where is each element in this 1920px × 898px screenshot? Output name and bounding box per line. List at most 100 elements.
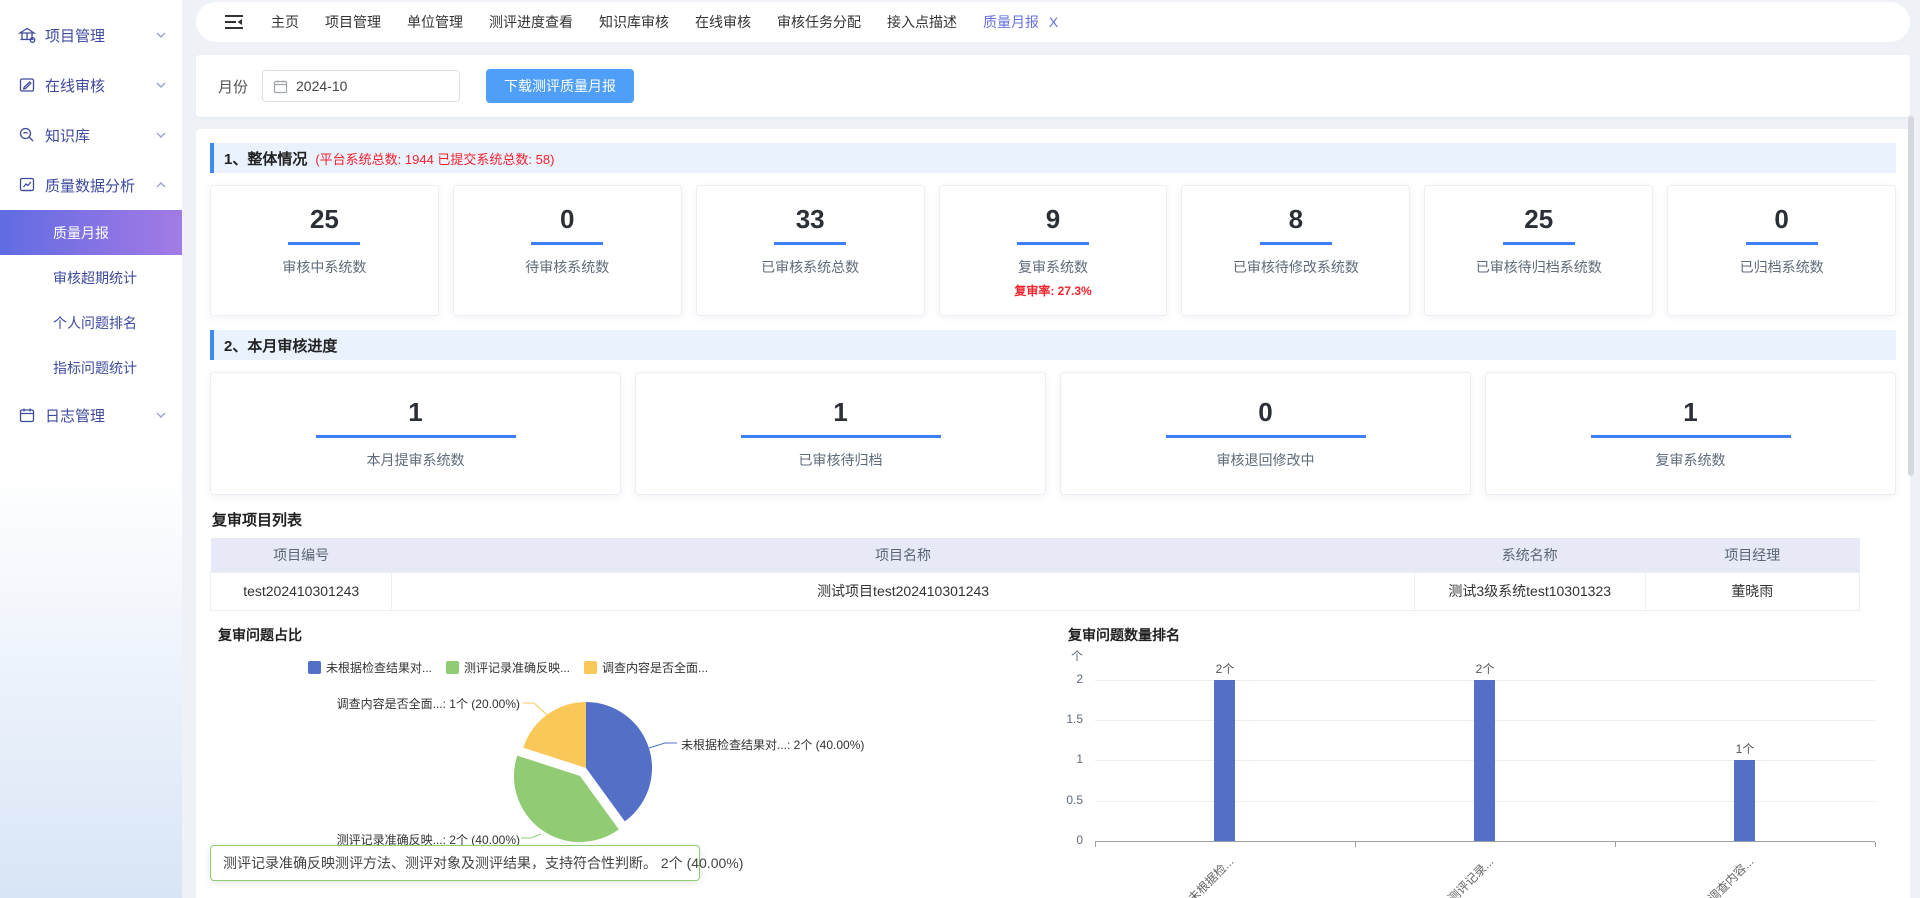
x-axis-tick — [1875, 842, 1876, 847]
section2-title: 2、本月审核进度 — [224, 335, 337, 356]
stat-underline — [1503, 242, 1575, 245]
bar-issue-2[interactable] — [1474, 680, 1495, 841]
month-cards-row: 1 本月提审系统数 1 已审核待归档 0 审核退回修改中 1 复审系统数 — [210, 372, 1896, 495]
stat-label: 已审核待修改系统数 — [1182, 257, 1409, 277]
filter-bar: 月份 2024-10 下载测评质量月报 — [196, 55, 1910, 117]
nav-tab-task-assign[interactable]: 审核任务分配 — [764, 2, 874, 42]
pie-slice-yellow[interactable] — [523, 702, 586, 768]
stat-card-month-to-archive: 1 已审核待归档 — [635, 372, 1046, 495]
x-axis-label: 测评记录... — [1379, 853, 1497, 898]
sidebar-subitem-label: 审核超期统计 — [53, 268, 137, 288]
close-tab-icon[interactable]: X — [1049, 14, 1058, 30]
section2-header: 2、本月审核进度 — [210, 330, 1896, 360]
stat-card-reviewed-total: 33 已审核系统总数 — [696, 185, 925, 316]
nav-tab-label: 质量月报 — [983, 14, 1039, 30]
nav-tab-kb-review[interactable]: 知识库审核 — [586, 2, 682, 42]
cell-project-manager: 董晓雨 — [1645, 572, 1859, 610]
stat-value: 1 — [1486, 399, 1895, 425]
stat-underline — [288, 242, 360, 245]
col-project-manager: 项目经理 — [1645, 538, 1859, 572]
stat-card-pending: 0 待审核系统数 — [453, 185, 682, 316]
nav-tab-home[interactable]: 主页 — [258, 2, 312, 42]
stat-underline — [774, 242, 846, 245]
sidebar-item-project-mgmt[interactable]: 项目管理 — [0, 10, 182, 60]
cell-project-name: 测试项目test202410301243 — [392, 572, 1414, 610]
y-tick: 0.5 — [1038, 793, 1083, 807]
table-header-row: 项目编号 项目名称 系统名称 项目经理 — [211, 538, 1860, 572]
stat-label: 复审系统数 — [940, 257, 1167, 277]
vertical-scrollbar[interactable] — [1908, 116, 1914, 476]
sidebar-subitem-indicator-issue-stats[interactable]: 指标问题统计 — [0, 345, 182, 390]
bar-chart-title: 复审问题数量排名 — [1068, 625, 1180, 645]
pie-leader-line — [521, 834, 541, 838]
report-content: 1、整体情况 (平台系统总数: 1944 已提交系统总数: 58) 25 审核中… — [196, 129, 1910, 898]
stat-label: 本月提审系统数 — [211, 450, 620, 470]
sidebar-item-label: 质量数据分析 — [45, 175, 135, 196]
bar-issue-1[interactable] — [1214, 680, 1235, 841]
stat-card-archived: 0 已归档系统数 — [1667, 185, 1896, 316]
nav-tab-access-point[interactable]: 接入点描述 — [874, 2, 970, 42]
sidebar-item-log-mgmt[interactable]: 日志管理 — [0, 390, 182, 440]
chevron-down-icon — [156, 412, 166, 419]
stat-underline — [1260, 242, 1332, 245]
sidebar-item-knowledge-base[interactable]: 知识库 — [0, 110, 182, 160]
chevron-up-icon — [156, 182, 166, 189]
month-value: 2024-10 — [296, 78, 347, 94]
collapse-menu-icon[interactable] — [224, 14, 244, 30]
sidebar-item-quality-analysis[interactable]: 质量数据分析 — [0, 160, 182, 210]
nav-tab-project-mgmt[interactable]: 项目管理 — [312, 2, 394, 42]
x-axis-tick — [1095, 842, 1096, 847]
stat-label: 已审核待归档系统数 — [1425, 257, 1652, 277]
sidebar-subitem-quality-monthly-report[interactable]: 质量月报 — [0, 210, 182, 255]
search-q-icon — [18, 126, 36, 144]
bar-value-label: 2个 — [1455, 660, 1515, 677]
stat-card-re-review: 9 复审系统数 复审率: 27.3% — [939, 185, 1168, 316]
x-axis-label: 调查内容... — [1639, 853, 1757, 898]
month-picker-input[interactable]: 2024-10 — [262, 70, 460, 102]
stat-label: 审核退回修改中 — [1061, 450, 1470, 470]
stat-value: 0 — [1668, 206, 1895, 232]
table-row[interactable]: test202410301243 测试项目test202410301243 测试… — [211, 572, 1860, 610]
review-project-table: 项目编号 项目名称 系统名称 项目经理 test202410301243 测试项… — [210, 538, 1860, 611]
stat-card-month-submitted: 1 本月提审系统数 — [210, 372, 621, 495]
x-axis-tick — [1355, 842, 1356, 847]
chevron-down-icon — [156, 32, 166, 39]
nav-tab-unit-mgmt[interactable]: 单位管理 — [394, 2, 476, 42]
stat-card-month-re-review: 1 复审系统数 — [1485, 372, 1896, 495]
sidebar-subitem-overdue-stats[interactable]: 审核超期统计 — [0, 255, 182, 300]
sidebar-subitem-label: 指标问题统计 — [53, 358, 137, 378]
download-report-button[interactable]: 下载测评质量月报 — [486, 69, 634, 103]
chart-doc-icon — [18, 176, 36, 194]
calendar-icon — [273, 79, 288, 94]
review-table-title: 复审项目列表 — [212, 509, 1896, 530]
nav-tab-quality-monthly-active[interactable]: 质量月报 X — [970, 2, 1071, 42]
sidebar: 项目管理 在线审核 知识库 质量数据分析 质量月报 审核超期统 — [0, 0, 182, 898]
stat-value: 33 — [697, 206, 924, 232]
stat-value: 0 — [454, 206, 681, 232]
stat-label: 复审系统数 — [1486, 450, 1895, 470]
section1-totals-note: (平台系统总数: 1944 已提交系统总数: 58) — [315, 149, 554, 168]
y-tick: 2 — [1038, 672, 1083, 686]
x-axis-line — [1095, 841, 1875, 842]
sidebar-item-label: 知识库 — [45, 125, 90, 146]
stat-label: 待审核系统数 — [454, 257, 681, 277]
stat-underline — [531, 242, 603, 245]
stat-underline — [1166, 435, 1366, 438]
sidebar-subitem-personal-issue-rank[interactable]: 个人问题排名 — [0, 300, 182, 345]
sidebar-item-label: 日志管理 — [45, 405, 105, 426]
col-project-id: 项目编号 — [211, 538, 392, 572]
sidebar-item-label: 项目管理 — [45, 25, 105, 46]
cell-system-name: 测试3级系统test10301323 — [1414, 572, 1645, 610]
sidebar-item-online-review[interactable]: 在线审核 — [0, 60, 182, 110]
stat-card-to-archive: 25 已审核待归档系统数 — [1424, 185, 1653, 316]
stat-value: 25 — [211, 206, 438, 232]
nav-tab-online-review[interactable]: 在线审核 — [682, 2, 764, 42]
stat-underline — [316, 435, 516, 438]
pie-leader-line — [649, 743, 677, 748]
bar-issue-3[interactable] — [1734, 760, 1755, 841]
col-system-name: 系统名称 — [1414, 538, 1645, 572]
bank-icon — [18, 26, 36, 44]
stat-underline — [1017, 242, 1089, 245]
nav-tab-progress-view[interactable]: 测评进度查看 — [476, 2, 586, 42]
pie-leader-line — [523, 703, 547, 715]
